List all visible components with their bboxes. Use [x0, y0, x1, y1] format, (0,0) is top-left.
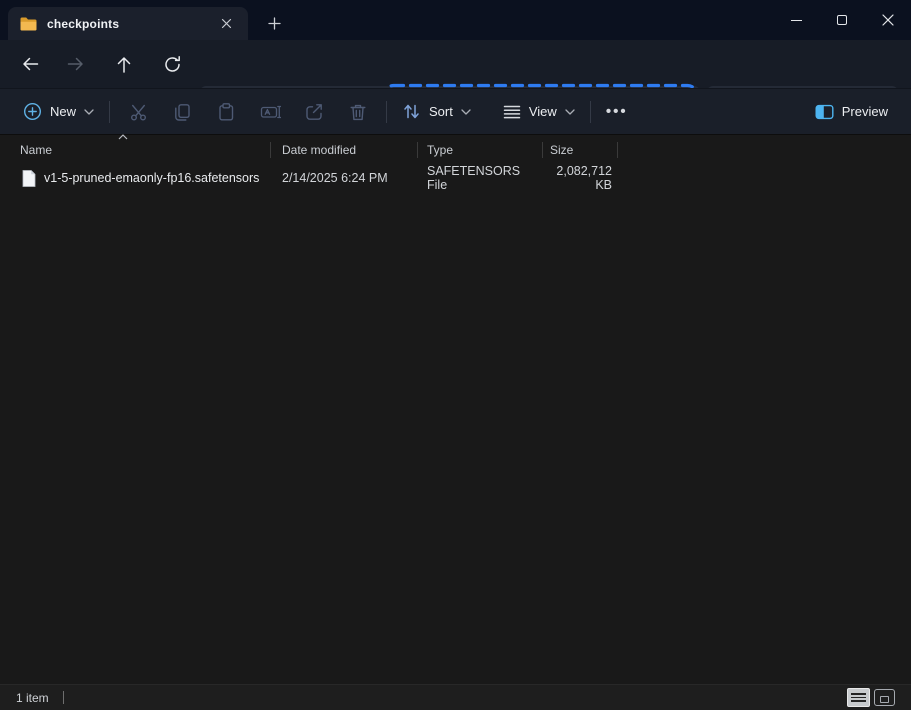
delete-button[interactable]	[336, 95, 380, 129]
status-bar: 1 item	[0, 684, 911, 710]
column-header-size[interactable]: Size	[543, 137, 617, 163]
back-arrow-icon[interactable]	[13, 49, 45, 79]
address-bar: ··· SSD (D:) ComfyUI models checkpoints	[0, 40, 911, 88]
tab-close-icon[interactable]	[216, 14, 236, 34]
preview-button[interactable]: Preview	[806, 95, 897, 129]
item-count: 1 item	[16, 691, 49, 705]
status-divider	[63, 691, 64, 704]
file-size-cell: 2,082,712 KB	[542, 164, 617, 192]
column-header-name[interactable]: Name	[0, 137, 270, 163]
share-icon	[304, 102, 324, 122]
rename-button[interactable]	[248, 95, 292, 129]
paste-button[interactable]	[204, 95, 248, 129]
minimize-icon[interactable]	[773, 0, 819, 40]
file-name-cell: v1-5-pruned-emaonly-fp16.safetensors	[0, 170, 270, 187]
new-button[interactable]: New	[14, 95, 103, 129]
file-date-cell: 2/14/2025 6:24 PM	[270, 171, 417, 185]
copy-button[interactable]	[160, 95, 204, 129]
paste-icon	[216, 102, 236, 122]
rename-icon	[260, 102, 281, 122]
new-button-label: New	[50, 104, 76, 119]
toolbar-divider	[590, 101, 591, 123]
window-controls	[773, 0, 911, 40]
folder-icon	[20, 17, 37, 31]
file-row[interactable]: v1-5-pruned-emaonly-fp16.safetensors 2/1…	[0, 164, 650, 192]
toolbar-divider	[386, 101, 387, 123]
titlebar: checkpoints	[0, 0, 911, 40]
close-icon[interactable]	[865, 0, 911, 40]
file-type-cell: SAFETENSORS File	[417, 164, 542, 192]
circle-plus-icon	[23, 102, 42, 121]
refresh-icon[interactable]	[156, 49, 188, 79]
file-explorer-window: checkpoints	[0, 0, 911, 710]
preview-button-label: Preview	[842, 104, 888, 119]
tab-checkpoints[interactable]: checkpoints	[8, 7, 248, 40]
scissors-icon	[129, 103, 148, 121]
share-button[interactable]	[292, 95, 336, 129]
new-tab-button[interactable]	[260, 10, 288, 36]
maximize-icon[interactable]	[819, 0, 865, 40]
chevron-down-icon	[461, 109, 471, 115]
sort-ascending-icon	[118, 134, 128, 140]
sort-button-label: Sort	[429, 104, 453, 119]
tab-title: checkpoints	[47, 17, 119, 31]
chevron-down-icon	[84, 109, 94, 115]
command-bar: New	[0, 88, 911, 135]
forward-arrow-icon[interactable]	[61, 49, 93, 79]
up-arrow-icon[interactable]	[108, 49, 140, 79]
document-icon	[22, 170, 36, 187]
view-button[interactable]: View	[494, 95, 584, 129]
sort-button[interactable]: Sort	[393, 95, 480, 129]
column-headers: Name Date modified Type Size	[0, 137, 911, 163]
preview-pane-icon	[815, 104, 834, 120]
chevron-down-icon	[565, 109, 575, 115]
column-header-type[interactable]: Type	[418, 137, 542, 163]
toolbar-divider	[109, 101, 110, 123]
details-view-icon[interactable]	[847, 688, 870, 707]
large-icons-view-icon[interactable]	[874, 689, 895, 706]
trash-icon	[348, 102, 368, 122]
view-lines-icon	[503, 104, 521, 120]
column-divider[interactable]	[617, 142, 618, 158]
file-name: v1-5-pruned-emaonly-fp16.safetensors	[44, 171, 259, 185]
cut-button[interactable]	[116, 95, 160, 129]
sort-arrows-icon	[402, 102, 421, 121]
column-header-date-modified[interactable]: Date modified	[271, 137, 417, 163]
view-button-label: View	[529, 104, 557, 119]
see-more-button[interactable]: •••	[597, 95, 637, 129]
more-dots-icon: •••	[606, 103, 628, 120]
copy-icon	[172, 102, 192, 122]
